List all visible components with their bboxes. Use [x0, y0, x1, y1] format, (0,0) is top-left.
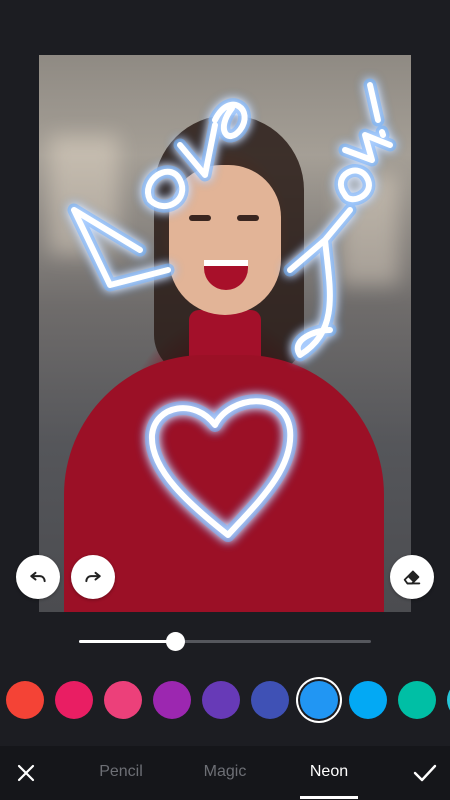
color-swatch[interactable] [153, 681, 191, 719]
redo-button[interactable] [71, 555, 115, 599]
undo-icon [30, 571, 46, 583]
color-swatch[interactable] [349, 681, 387, 719]
canvas-area[interactable] [0, 0, 450, 614]
color-swatch[interactable] [202, 681, 240, 719]
slider-fill [79, 640, 176, 643]
background-light [339, 175, 399, 285]
photo-eye [237, 215, 259, 221]
tab-magic[interactable]: Magic [180, 763, 270, 781]
color-palette [0, 672, 450, 728]
slider-thumb[interactable] [166, 632, 186, 651]
close-icon [17, 764, 35, 782]
eraser-button[interactable] [390, 555, 434, 599]
undo-button[interactable] [16, 555, 60, 599]
eraser-icon [403, 570, 421, 585]
active-tab-indicator [300, 796, 358, 799]
color-swatch[interactable] [104, 681, 142, 719]
photo-face [169, 165, 281, 315]
color-swatch[interactable] [251, 681, 289, 719]
bottom-bar: Pencil Magic Neon [0, 746, 450, 800]
redo-icon [85, 571, 101, 583]
check-icon [413, 764, 437, 782]
color-swatch[interactable] [398, 681, 436, 719]
close-button[interactable] [12, 759, 40, 787]
color-swatch[interactable] [55, 681, 93, 719]
photo-eye [189, 215, 211, 221]
photo[interactable] [39, 55, 411, 612]
slider-track[interactable] [79, 632, 371, 651]
confirm-button[interactable] [410, 759, 440, 787]
background-light [49, 135, 119, 255]
color-swatch[interactable] [300, 681, 338, 719]
tab-pencil[interactable]: Pencil [76, 763, 166, 781]
brush-size-slider[interactable] [0, 614, 450, 672]
color-swatch[interactable] [6, 681, 44, 719]
tab-neon[interactable]: Neon [284, 763, 374, 781]
